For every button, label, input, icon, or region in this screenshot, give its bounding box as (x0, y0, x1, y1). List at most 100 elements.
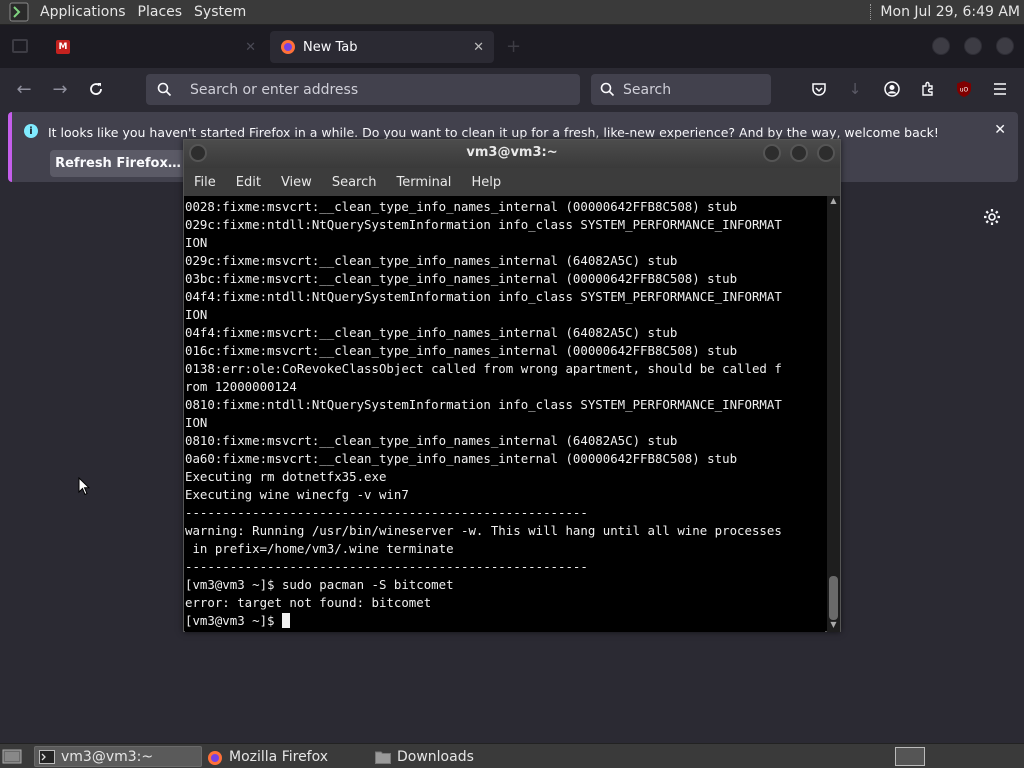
terminal-line: 029c:fixme:ntdll:NtQuerySystemInformatio… (185, 217, 782, 232)
terminal-icon (39, 749, 55, 764)
info-icon: i (24, 124, 38, 138)
menu-edit[interactable]: Edit (226, 175, 271, 190)
system-menu[interactable]: System (188, 4, 252, 20)
terminal-line: [vm3@vm3 ~]$ sudo pacman -S bitcomet (185, 577, 454, 592)
menu-help[interactable]: Help (461, 175, 511, 190)
refresh-firefox-button[interactable]: Refresh Firefox… (50, 150, 186, 177)
terminal-prompt-line[interactable]: [vm3@vm3 ~]$ (185, 612, 825, 630)
tab-label: New Tab (303, 39, 358, 55)
mouse-pointer-icon (78, 476, 91, 501)
close-tab-icon[interactable]: ✕ (473, 40, 484, 55)
taskbar-item-firefox[interactable]: Mozilla Firefox (203, 746, 369, 767)
reload-button[interactable] (83, 76, 109, 102)
minimize-button[interactable] (932, 37, 950, 55)
window-controls (932, 37, 1014, 55)
close-tab-icon[interactable]: ✕ (245, 40, 256, 55)
terminal-title: vm3@vm3:~ (466, 145, 558, 160)
forward-button[interactable]: → (47, 76, 73, 102)
taskbar-label: vm3@vm3:~ (61, 748, 154, 765)
taskbar-item-downloads[interactable]: Downloads (371, 746, 537, 767)
applications-menu[interactable]: Applications (34, 4, 132, 20)
bottom-taskbar: vm3@vm3:~ Mozilla Firefox Downloads (0, 743, 1024, 768)
menu-view[interactable]: View (271, 175, 322, 190)
top-panel: Applications Places System Mon Jul 29, 6… (0, 0, 1024, 25)
terminal-line: warning: Running /usr/bin/wineserver -w.… (185, 523, 782, 538)
terminal-line: ION (185, 307, 208, 322)
panel-separator (870, 4, 872, 20)
terminal-scrollbar[interactable]: ▲ ▼ (827, 196, 840, 632)
new-tab-button[interactable]: + (506, 36, 521, 57)
terminal-line: error: target not found: bitcomet (185, 595, 432, 610)
clock[interactable]: Mon Jul 29, 6:49 AM (880, 4, 1020, 20)
maximize-button[interactable] (790, 144, 808, 162)
terminal-line: ION (185, 235, 208, 250)
folder-icon (375, 750, 391, 764)
gmail-icon: M (56, 40, 70, 54)
maximize-button[interactable] (964, 37, 982, 55)
minimize-button[interactable] (763, 144, 781, 162)
scroll-down-arrow-icon[interactable]: ▼ (827, 620, 840, 632)
svg-text:uO: uO (960, 87, 969, 94)
firefox-icon (207, 750, 223, 765)
text-cursor (281, 613, 290, 628)
applications-icon[interactable] (8, 1, 30, 23)
search-placeholder: Search (623, 81, 672, 98)
navigation-bar: ← → Search or enter address Search ↓ uO (0, 68, 1024, 110)
taskbar-label: Mozilla Firefox (229, 748, 329, 765)
menu-file[interactable]: File (184, 175, 226, 190)
menu-terminal[interactable]: Terminal (386, 175, 461, 190)
menu-search[interactable]: Search (322, 175, 387, 190)
tab-new-tab[interactable]: New Tab ✕ (270, 31, 494, 63)
terminal-line: 0810:fixme:ntdll:NtQuerySystemInformatio… (185, 397, 782, 412)
terminal-line: ----------------------------------------… (185, 559, 588, 574)
terminal-line: 04f4:fixme:msvcrt:__clean_type_info_name… (185, 325, 678, 340)
scroll-up-arrow-icon[interactable]: ▲ (827, 196, 840, 208)
pocket-icon[interactable] (806, 76, 832, 102)
terminal-line: Executing rm dotnetfx35.exe (185, 469, 387, 484)
terminal-menubar: File Edit View Search Terminal Help (184, 168, 840, 196)
terminal-line: in prefix=/home/vm3/.wine terminate (185, 541, 454, 556)
extensions-icon[interactable] (915, 76, 941, 102)
terminal-line: 03bc:fixme:msvcrt:__clean_type_info_name… (185, 271, 738, 286)
gear-icon[interactable] (982, 207, 1004, 229)
terminal-prompt: [vm3@vm3 ~]$ (185, 613, 282, 628)
close-window-button[interactable] (996, 37, 1014, 55)
ublock-origin-icon[interactable]: uO (951, 76, 977, 102)
url-bar[interactable]: Search or enter address (146, 74, 580, 105)
terminal-window[interactable]: vm3@vm3:~ File Edit View Search Terminal… (183, 139, 841, 632)
terminal-line: 016c:fixme:msvcrt:__clean_type_info_name… (185, 343, 738, 358)
firefox-view-icon[interactable] (12, 39, 28, 53)
tab-strip: M ✕ New Tab ✕ + (0, 25, 1024, 68)
close-window-button[interactable] (817, 144, 835, 162)
terminal-line: ----------------------------------------… (185, 505, 588, 520)
terminal-line: 029c:fixme:msvcrt:__clean_type_info_name… (185, 253, 678, 268)
places-menu[interactable]: Places (132, 4, 189, 20)
firefox-icon (280, 39, 296, 55)
url-placeholder: Search or enter address (190, 81, 359, 98)
back-button[interactable]: ← (11, 76, 37, 102)
show-desktop-icon[interactable] (2, 747, 22, 765)
scrollbar-thumb[interactable] (829, 576, 838, 620)
terminal-line: 0810:fixme:msvcrt:__clean_type_info_name… (185, 433, 678, 448)
taskbar-label: Downloads (397, 748, 474, 765)
terminal-titlebar[interactable]: vm3@vm3:~ (184, 140, 840, 168)
terminal-line: Executing wine winecfg -v win7 (185, 487, 409, 502)
terminal-line: 0028:fixme:msvcrt:__clean_type_info_name… (185, 199, 738, 214)
hamburger-menu-icon[interactable] (987, 76, 1013, 102)
search-bar[interactable]: Search (591, 74, 771, 105)
terminal-output[interactable]: 0028:fixme:msvcrt:__clean_type_info_name… (185, 196, 825, 632)
account-icon[interactable] (879, 76, 905, 102)
search-icon (591, 82, 623, 97)
terminal-line: ION (185, 415, 208, 430)
downloads-icon[interactable]: ↓ (842, 76, 868, 102)
terminal-line: rom 12000000124 (185, 379, 297, 394)
terminal-line: 0138:err:ole:CoRevokeClassObject called … (185, 361, 782, 376)
taskbar-item-terminal[interactable]: vm3@vm3:~ (34, 746, 202, 767)
terminal-line: 0a60:fixme:msvcrt:__clean_type_info_name… (185, 451, 738, 466)
workspace-switcher[interactable] (895, 747, 925, 766)
notification-message: It looks like you haven't started Firefo… (48, 125, 939, 140)
terminal-line: 04f4:fixme:ntdll:NtQuerySystemInformatio… (185, 289, 782, 304)
tab-gmail[interactable]: M ✕ (46, 31, 266, 63)
search-icon (146, 82, 182, 97)
close-icon[interactable]: ✕ (994, 122, 1006, 138)
